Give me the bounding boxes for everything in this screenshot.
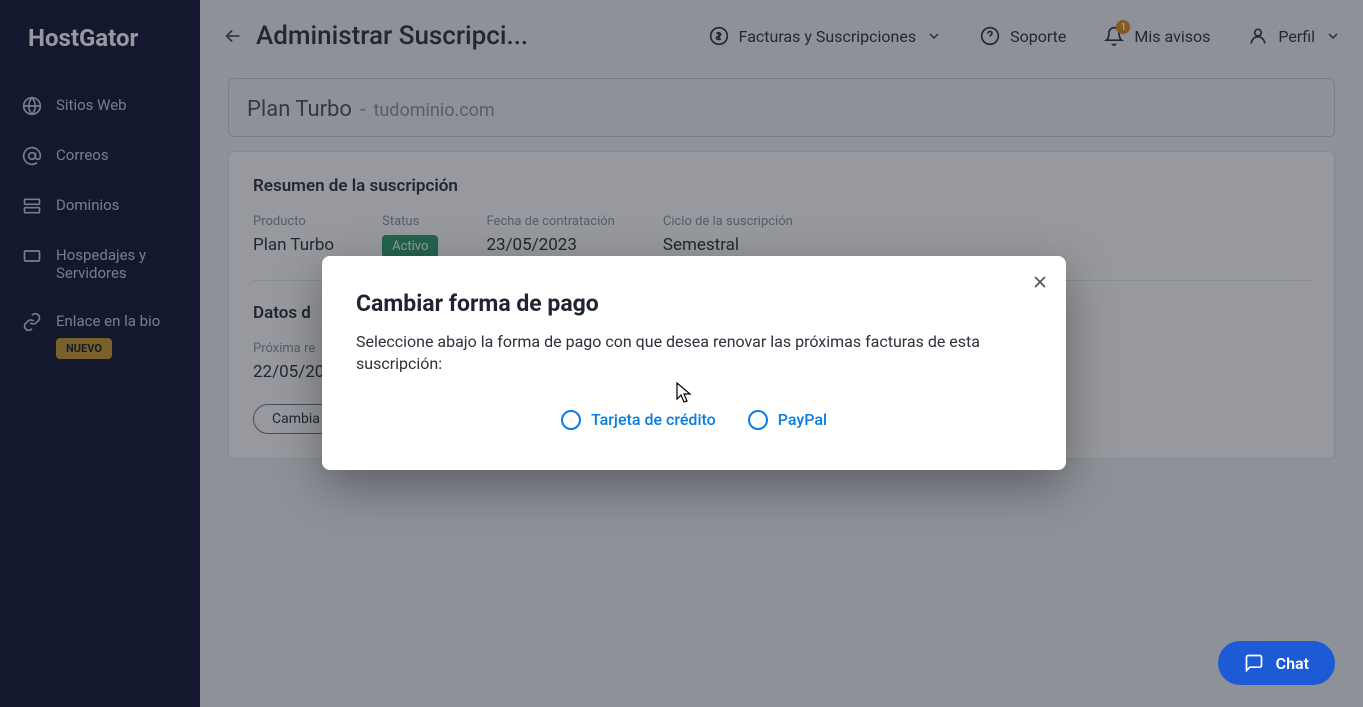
change-payment-modal: Cambiar forma de pago Seleccione abajo l…: [322, 256, 1066, 470]
radio-paypal[interactable]: PayPal: [748, 410, 827, 430]
radio-label: PayPal: [778, 410, 827, 429]
radio-label: Tarjeta de crédito: [591, 410, 716, 429]
chat-button[interactable]: Chat: [1218, 641, 1335, 685]
modal-title: Cambiar forma de pago: [356, 290, 1032, 317]
modal-description: Seleccione abajo la forma de pago con qu…: [356, 331, 1032, 376]
radio-credit-card[interactable]: Tarjeta de crédito: [561, 410, 716, 430]
chat-label: Chat: [1276, 654, 1309, 673]
payment-options: Tarjeta de crédito PayPal: [356, 410, 1032, 430]
radio-icon: [561, 410, 581, 430]
radio-icon: [748, 410, 768, 430]
close-icon: [1030, 272, 1050, 292]
chat-icon: [1244, 653, 1264, 673]
close-button[interactable]: [1030, 272, 1050, 292]
